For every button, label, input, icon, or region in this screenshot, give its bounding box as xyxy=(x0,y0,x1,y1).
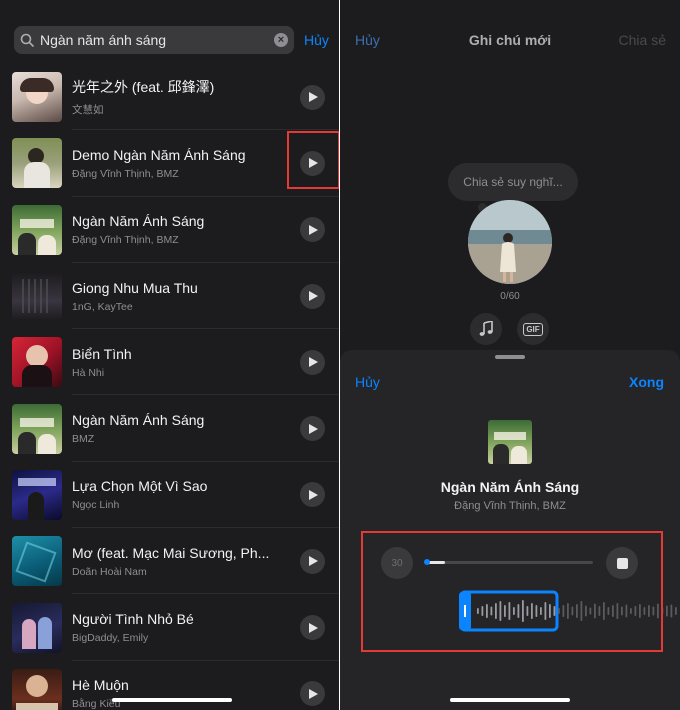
song-artist: 1nG, KayTee xyxy=(72,300,133,313)
play-button[interactable] xyxy=(300,681,325,707)
play-button[interactable] xyxy=(300,615,325,641)
avatar xyxy=(468,200,552,284)
search-icon xyxy=(20,33,34,47)
done-button[interactable]: Xong xyxy=(629,374,664,390)
waveform-bar xyxy=(666,605,668,617)
song-title: Demo Ngàn Năm Ánh Sáng xyxy=(72,146,246,163)
song-title: Ngàn Năm Ánh Sáng xyxy=(72,213,205,230)
song-cover xyxy=(12,337,62,388)
note-input[interactable]: Chia sẻ suy nghĩ... xyxy=(448,163,578,201)
song-cover xyxy=(12,668,62,710)
song-cover xyxy=(12,602,62,653)
highlight-frame xyxy=(287,131,340,189)
selected-song-title: Ngàn Năm Ánh Sáng xyxy=(440,479,580,495)
play-icon xyxy=(309,291,318,302)
song-row[interactable]: Giong Nhu Mua Thu 1nG, KayTee xyxy=(0,263,340,330)
waveform-bar xyxy=(675,607,677,615)
song-title: Ngàn Năm Ánh Sáng xyxy=(72,412,205,429)
song-cover xyxy=(12,138,62,189)
share-button[interactable]: Chia sẻ xyxy=(619,32,666,48)
search-bar: Ngàn năm ánh sáng × Hủy xyxy=(14,26,329,54)
play-icon xyxy=(309,423,318,434)
song-artist: Đặng Vĩnh Thịnh, BMZ xyxy=(72,167,179,180)
home-indicator xyxy=(112,698,232,702)
play-button[interactable] xyxy=(300,283,325,309)
song-cover xyxy=(12,403,62,454)
gif-button[interactable]: GIF xyxy=(517,313,549,345)
search-input[interactable]: Ngàn năm ánh sáng × xyxy=(14,26,294,54)
song-title: Giong Nhu Mua Thu xyxy=(72,279,198,296)
song-row[interactable]: Hè Muộn Bằng Kiều xyxy=(0,661,340,710)
song-title: Mơ (feat. Mạc Mai Sương, Ph... xyxy=(72,544,270,561)
note-header: Hủy Ghi chú mới Chia sẻ xyxy=(340,32,680,52)
song-artist: BMZ xyxy=(72,433,95,446)
song-cover xyxy=(12,536,62,587)
song-cover xyxy=(12,271,62,322)
new-note-screen: Hủy Ghi chú mới Chia sẻ Chia sẻ suy nghĩ… xyxy=(340,0,680,710)
song-cover xyxy=(12,72,62,123)
waveform-bar xyxy=(670,604,673,618)
song-title: Biển Tình xyxy=(72,345,132,362)
play-icon xyxy=(309,688,318,699)
sheet-grabber[interactable] xyxy=(495,355,525,359)
music-button[interactable] xyxy=(470,313,502,345)
gif-icon: GIF xyxy=(523,322,543,336)
song-cover xyxy=(12,469,62,520)
song-artist: Đặng Vĩnh Thịnh, BMZ xyxy=(72,234,179,247)
selected-song-artist: Đặng Vĩnh Thịnh, BMZ xyxy=(454,500,566,512)
character-counter: 0/60 xyxy=(500,291,520,302)
song-artist: Doãn Hoài Nam xyxy=(72,565,147,578)
play-button[interactable] xyxy=(300,84,325,110)
song-row[interactable]: Người Tình Nhỏ Bé BigDaddy, Emily xyxy=(0,594,340,661)
play-button[interactable] xyxy=(300,482,325,508)
play-button[interactable] xyxy=(300,548,325,574)
play-button[interactable] xyxy=(300,416,325,442)
song-title: Người Tình Nhỏ Bé xyxy=(72,611,194,628)
sheet-cancel-button[interactable]: Hủy xyxy=(355,374,380,390)
song-row[interactable]: Ngàn Năm Ánh Sáng Đặng Vĩnh Thịnh, BMZ xyxy=(0,197,340,264)
song-row[interactable]: Ngàn Năm Ánh Sáng BMZ xyxy=(0,395,340,463)
play-icon xyxy=(309,357,318,368)
search-cancel-button[interactable]: Hủy xyxy=(304,32,329,48)
play-icon xyxy=(309,92,318,103)
song-artist: BigDaddy, Emily xyxy=(72,632,149,645)
song-title: Hè Muộn xyxy=(72,677,129,694)
play-icon xyxy=(309,622,318,633)
home-indicator xyxy=(450,698,570,702)
play-button[interactable] xyxy=(300,349,325,375)
song-cover xyxy=(12,204,62,255)
song-search-screen: Ngàn năm ánh sáng × Hủy 光年之外 (feat. 邱鋒澤)… xyxy=(0,0,340,710)
song-artist: Hà Nhi xyxy=(72,366,105,379)
play-button[interactable] xyxy=(300,217,325,243)
play-icon xyxy=(309,556,318,567)
selected-song-cover xyxy=(488,420,532,464)
song-row[interactable]: Mơ (feat. Mạc Mai Sương, Ph... Doãn Hoài … xyxy=(0,528,340,595)
song-title: Lựa Chọn Một Vì Sao xyxy=(72,478,208,495)
play-icon xyxy=(309,224,318,235)
highlight-frame xyxy=(361,531,663,652)
song-row[interactable]: Biển Tình Hà Nhi xyxy=(0,329,340,396)
song-artist: Ngọc Linh xyxy=(72,499,120,512)
clear-icon[interactable]: × xyxy=(274,33,288,47)
play-icon xyxy=(309,489,318,500)
search-query: Ngàn năm ánh sáng xyxy=(40,32,167,48)
song-row[interactable]: 光年之外 (feat. 邱鋒澤) 文慧如 xyxy=(0,64,340,131)
song-row[interactable]: Lựa Chọn Một Vì Sao Ngọc Linh xyxy=(0,462,340,529)
music-note-icon xyxy=(479,321,493,336)
music-trim-sheet xyxy=(340,350,680,710)
song-artist: 文慧如 xyxy=(72,104,104,117)
song-title: 光年之外 (feat. 邱鋒澤) xyxy=(72,79,215,96)
